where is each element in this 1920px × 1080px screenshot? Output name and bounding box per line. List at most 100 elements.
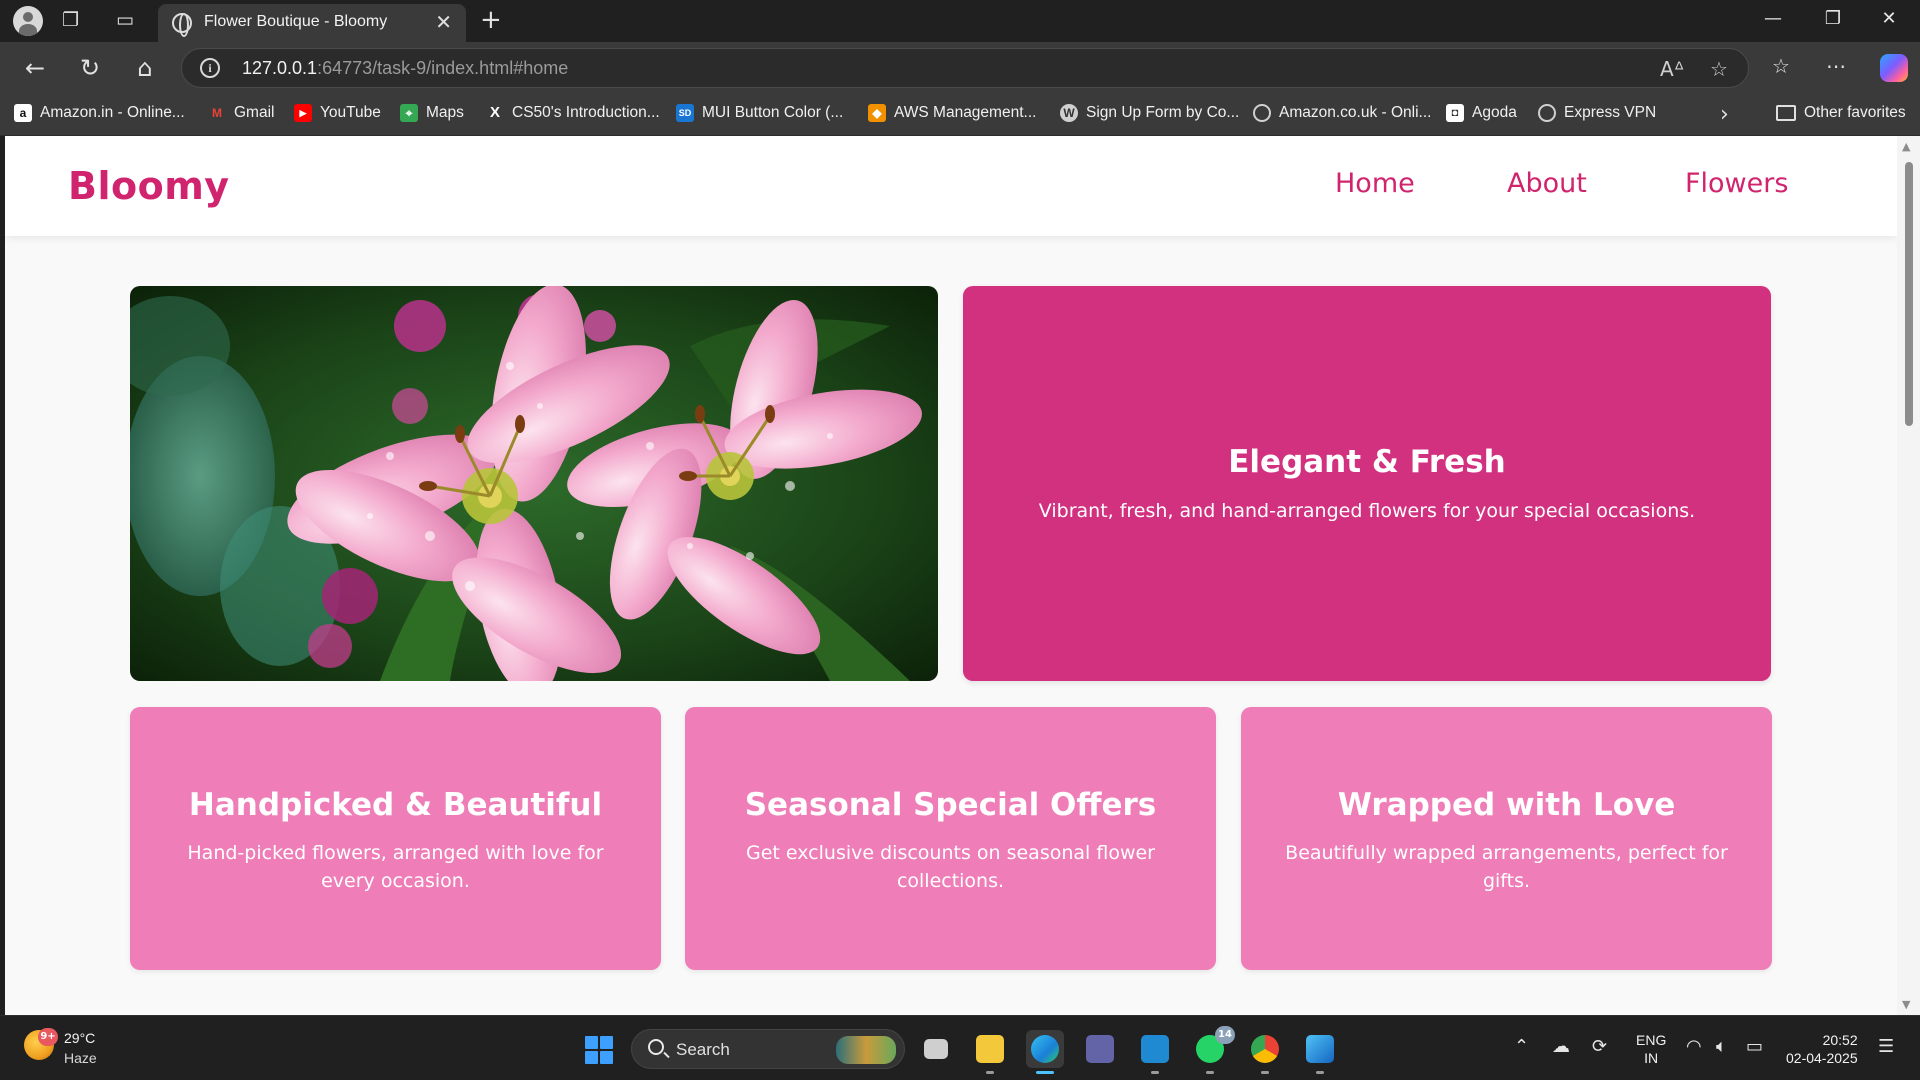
notifications-icon[interactable]: ☰ [1878, 1036, 1894, 1057]
battery-icon[interactable]: ▭ [1746, 1036, 1763, 1057]
scroll-down-arrow-icon[interactable]: ▼ [1902, 998, 1910, 1011]
favorite-gmail[interactable]: M Gmail [208, 104, 274, 122]
hero-title: Elegant & Fresh [1228, 444, 1506, 480]
favorite-label: Express VPN [1564, 104, 1657, 121]
favorite-label: Sign Up Form by Co... [1086, 104, 1240, 121]
windows-start-icon[interactable] [585, 1036, 613, 1064]
weather-condition[interactable]: Haze [64, 1050, 97, 1066]
url-text[interactable]: 127.0.0.1:64773/task-9/index.html#home [242, 58, 568, 79]
photos-icon[interactable] [1301, 1030, 1339, 1074]
scroll-up-arrow-icon[interactable]: ▲ [1902, 140, 1910, 153]
copilot-icon[interactable] [1880, 54, 1908, 82]
favorites-bar: a Amazon.in - Online... M Gmail ▶ YouTub… [0, 94, 1920, 136]
onedrive-icon[interactable]: ☁ [1552, 1036, 1570, 1057]
scrollbar-thumb[interactable] [1905, 162, 1913, 426]
search-label: Search [676, 1040, 730, 1059]
taskbar-search[interactable]: Search [631, 1029, 905, 1069]
system-clock[interactable]: 20:52 02-04-2025 [1786, 1031, 1858, 1067]
chevron-up-icon[interactable]: ⌃ [1514, 1036, 1529, 1057]
nav-flowers[interactable]: Flowers [1685, 168, 1788, 199]
feature-card-seasonal: Seasonal Special Offers Get exclusive di… [685, 707, 1216, 970]
amazon-icon: a [14, 104, 32, 122]
read-aloud-icon[interactable]: Aᐞ [1660, 57, 1685, 81]
favorite-label: Amazon.in - Online... [40, 104, 185, 121]
favorite-cs50[interactable]: X CS50's Introduction... [486, 104, 660, 122]
globe-icon [1538, 104, 1556, 122]
file-explorer-icon[interactable] [971, 1030, 1009, 1074]
globe-icon [1253, 104, 1271, 122]
clock-time: 20:52 [1822, 1032, 1858, 1048]
favorite-label: Gmail [234, 104, 275, 121]
favorite-aws[interactable]: ◆ AWS Management... [868, 104, 1036, 122]
tab-title: Flower Boutique - Bloomy [204, 13, 388, 30]
search-icon [648, 1039, 664, 1055]
restore-icon[interactable]: ❐ [1813, 8, 1853, 29]
whatsapp-icon[interactable]: 14 [1191, 1026, 1235, 1074]
page-scrollbar[interactable]: ▲ ▼ [1897, 136, 1920, 1015]
favorite-star-icon[interactable]: ☆ [1710, 57, 1728, 81]
back-icon[interactable]: ← [19, 53, 51, 85]
home-icon[interactable]: ⌂ [129, 53, 161, 85]
other-favorites-label: Other favorites [1804, 104, 1906, 121]
favorite-youtube[interactable]: ▶ YouTube [294, 104, 381, 122]
site-info-icon[interactable]: i [200, 58, 220, 78]
new-tab-icon[interactable]: + [480, 6, 502, 34]
browser-toolbar: ← ↻ ⌂ i 127.0.0.1:64773/task-9/index.htm… [0, 42, 1920, 94]
x-icon: X [489, 104, 500, 121]
chrome-icon[interactable] [1246, 1030, 1284, 1074]
favorite-label: AWS Management... [894, 104, 1037, 121]
gmail-icon: M [212, 106, 222, 120]
task-view-icon[interactable] [917, 1030, 955, 1068]
close-tab-icon[interactable]: ✕ [435, 10, 452, 34]
teams-icon[interactable] [1081, 1030, 1119, 1068]
input-language[interactable]: ENG IN [1636, 1031, 1666, 1067]
feature-card-handpicked: Handpicked & Beautiful Hand-picked flowe… [130, 707, 661, 970]
profile-avatar[interactable] [13, 6, 43, 36]
more-options-icon[interactable]: ⋯ [1826, 54, 1846, 78]
favorite-label: Maps [426, 104, 464, 121]
favorite-express-vpn[interactable]: Express VPN [1538, 104, 1656, 122]
sync-icon[interactable]: ⟳ [1592, 1036, 1607, 1057]
aws-icon: ◆ [868, 104, 886, 122]
agoda-icon: ◘ [1446, 104, 1464, 122]
close-window-icon[interactable]: ✕ [1869, 8, 1909, 29]
vscode-icon[interactable] [1136, 1030, 1174, 1074]
favorite-agoda[interactable]: ◘ Agoda [1446, 104, 1517, 122]
favorites-icon[interactable]: ☆ [1772, 54, 1790, 78]
edge-browser-icon[interactable] [1026, 1030, 1064, 1074]
favorite-maps[interactable]: ⌖ Maps [400, 104, 464, 122]
wordpress-icon: W [1060, 104, 1078, 122]
chevron-right-icon[interactable]: › [1720, 102, 1729, 127]
maps-icon: ⌖ [400, 104, 418, 122]
card-title: Seasonal Special Offers [744, 787, 1157, 823]
refresh-icon[interactable]: ↻ [74, 53, 106, 85]
card-text: Get exclusive discounts on seasonal flow… [746, 842, 1155, 892]
nav-home[interactable]: Home [1335, 168, 1415, 199]
tab-flower-boutique[interactable]: Flower Boutique - Bloomy ✕ [158, 4, 466, 42]
nav-about[interactable]: About [1507, 168, 1587, 199]
workspaces-icon[interactable]: ❐ [62, 10, 79, 30]
favorite-mui-button[interactable]: SD MUI Button Color (... [676, 104, 843, 122]
card-text: Beautifully wrapped arrangements, perfec… [1285, 842, 1728, 892]
favorite-amazon-in[interactable]: a Amazon.in - Online... [14, 104, 185, 122]
vertical-tabs-icon[interactable]: ▭ [116, 10, 134, 30]
feature-card-wrapped: Wrapped with Love Beautifully wrapped ar… [1241, 707, 1772, 970]
other-favorites-folder[interactable]: Other favorites [1776, 104, 1906, 122]
region-code: IN [1644, 1050, 1659, 1066]
address-bar[interactable]: i 127.0.0.1:64773/task-9/index.html#home… [181, 48, 1749, 88]
weather-temperature[interactable]: 29°C [64, 1030, 95, 1046]
favorite-amazon-co-uk[interactable]: Amazon.co.uk - Onli... [1253, 104, 1431, 122]
clock-date: 02-04-2025 [1786, 1050, 1858, 1066]
site-logo[interactable]: Bloomy [68, 164, 230, 208]
hero-text: Vibrant, fresh, and hand-arranged flower… [1038, 500, 1696, 522]
search-highlight-art [836, 1036, 896, 1064]
language-code: ENG [1636, 1032, 1667, 1048]
minimize-icon[interactable]: — [1753, 8, 1793, 29]
weather-notification-badge: 9+ [38, 1028, 58, 1046]
card-text: Hand-picked flowers, arranged with love … [187, 842, 604, 892]
favorite-sign-up-form[interactable]: W Sign Up Form by Co... [1060, 104, 1239, 122]
favorite-label: Agoda [1472, 104, 1517, 121]
volume-icon[interactable]: 🔈︎ [1716, 1036, 1727, 1057]
hero-card: Elegant & Fresh Vibrant, fresh, and hand… [963, 286, 1771, 681]
wifi-icon[interactable]: ◠ [1686, 1036, 1702, 1057]
